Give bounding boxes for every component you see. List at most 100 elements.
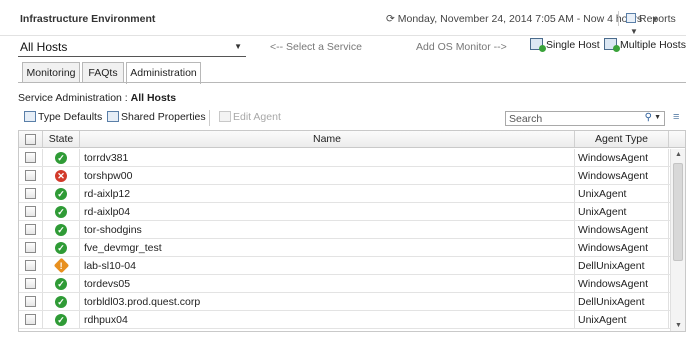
table-row[interactable]: ✕ torshpw00 WindowsAgent	[19, 167, 685, 185]
agent-type-cell: WindowsAgent	[575, 149, 669, 166]
checkbox-cell	[19, 311, 43, 328]
state-cell: ✓	[43, 149, 80, 166]
status-ok-icon: ✓	[55, 278, 67, 290]
tab-underline	[18, 82, 686, 83]
status-warning-icon: !	[53, 257, 70, 274]
multiple-hosts-button[interactable]: Multiple Hosts	[604, 38, 686, 52]
host-name-cell: torrdv381	[80, 149, 575, 166]
host-select-value: All Hosts	[20, 40, 68, 54]
scroll-thumb[interactable]	[673, 163, 683, 261]
state-cell: ✓	[43, 293, 80, 310]
agents-table: State Name Agent Type ✓ torrdv381 WindowsA…	[18, 130, 686, 332]
column-header-name[interactable]: Name	[80, 131, 575, 147]
checkbox-cell	[19, 203, 43, 220]
single-host-button[interactable]: Single Host	[530, 38, 600, 52]
toolbar-divider	[209, 110, 210, 126]
table-row[interactable]: ✓ tor-shodgins WindowsAgent	[19, 221, 685, 239]
agent-type-cell: WindowsAgent	[575, 221, 669, 238]
host-name-cell: lab-sl10-04	[80, 257, 575, 274]
row-checkbox[interactable]	[25, 296, 36, 307]
row-checkbox[interactable]	[25, 278, 36, 289]
checkbox-cell	[19, 167, 43, 184]
row-checkbox[interactable]	[25, 170, 36, 181]
type-defaults-icon	[24, 111, 36, 122]
state-cell: ✓	[43, 275, 80, 292]
host-name-cell: tor-shodgins	[80, 221, 575, 238]
status-ok-icon: ✓	[55, 152, 67, 164]
row-checkbox[interactable]	[25, 206, 36, 217]
checkbox-cell	[19, 221, 43, 238]
column-options-icon[interactable]: ≡	[673, 111, 679, 123]
column-header-agent-type[interactable]: Agent Type	[575, 131, 669, 147]
checkbox-cell	[19, 149, 43, 166]
status-error-icon: ✕	[55, 170, 67, 182]
reports-label: Reports	[639, 13, 676, 25]
select-service-hint: <-- Select a Service	[270, 41, 362, 53]
agent-type-cell: WindowsAgent	[575, 167, 669, 184]
checkbox-cell	[19, 239, 43, 256]
type-defaults-label: Type Defaults	[38, 111, 103, 123]
table-header: State Name Agent Type	[19, 131, 685, 148]
select-all-checkbox[interactable]	[25, 134, 36, 145]
state-cell: ✓	[43, 311, 80, 328]
row-checkbox[interactable]	[25, 152, 36, 163]
add-hosts-icon	[604, 38, 620, 52]
state-cell: ✓	[43, 239, 80, 256]
chevron-down-icon[interactable]: ▼	[654, 114, 661, 121]
service-admin-prefix: Service Administration :	[18, 92, 131, 104]
tab-faqts[interactable]: FAQts	[82, 62, 124, 83]
state-cell: ✓	[43, 185, 80, 202]
host-select[interactable]: All Hosts ▼	[18, 37, 246, 57]
table-row[interactable]: ✓ torrdv381 WindowsAgent	[19, 149, 685, 167]
scroll-down-icon[interactable]: ▼	[675, 322, 682, 329]
edit-agent-label: Edit Agent	[233, 111, 281, 123]
shared-properties-icon	[107, 111, 119, 122]
page-title: Infrastructure Environment	[20, 13, 156, 25]
multiple-hosts-label: Multiple Hosts	[620, 39, 686, 51]
shared-properties-button[interactable]: Shared Properties	[107, 111, 206, 123]
state-cell: ✓	[43, 203, 80, 220]
table-row[interactable]: ✓ tordevs05 WindowsAgent	[19, 275, 685, 293]
refresh-icon: ⟳	[386, 13, 395, 25]
host-name-cell: fve_devmgr_test	[80, 239, 575, 256]
table-row[interactable]: ! lab-sl10-04 DellUnixAgent	[19, 257, 685, 275]
service-admin-host: All Hosts	[130, 92, 177, 104]
reports-button[interactable]: Reports ▼	[626, 13, 686, 37]
table-row[interactable]: ✓ rd-aixlp04 UnixAgent	[19, 203, 685, 221]
column-header-state[interactable]: State	[43, 131, 80, 147]
row-checkbox[interactable]	[25, 314, 36, 325]
service-admin-title: Service Administration : All Hosts	[18, 92, 176, 104]
type-defaults-button[interactable]: Type Defaults	[24, 111, 102, 123]
table-row[interactable]: ✓ rdhpux04 UnixAgent	[19, 311, 685, 329]
checkbox-cell	[19, 275, 43, 292]
search-icon[interactable]: ⚲	[645, 112, 652, 123]
checkbox-cell	[19, 293, 43, 310]
status-ok-icon: ✓	[55, 314, 67, 326]
table-row[interactable]: ✓ fve_devmgr_test WindowsAgent	[19, 239, 685, 257]
host-name-cell: rdhpux04	[80, 311, 575, 328]
table-row[interactable]: ✓ rd-aixlp12 UnixAgent	[19, 185, 685, 203]
checkbox-cell	[19, 185, 43, 202]
tab-administration[interactable]: Administration	[126, 62, 201, 84]
status-ok-icon: ✓	[55, 242, 67, 254]
scroll-up-icon[interactable]: ▲	[675, 151, 682, 158]
table-row[interactable]: ✓ torbldl03.prod.quest.corp DellUnixAgent	[19, 293, 685, 311]
state-cell: ✕	[43, 167, 80, 184]
row-checkbox[interactable]	[25, 260, 36, 271]
agent-type-cell: DellUnixAgent	[575, 293, 669, 310]
tab-monitoring[interactable]: Monitoring	[22, 62, 80, 83]
time-range-label: Monday, November 24, 2014 7:05 AM - Now …	[397, 13, 643, 25]
vertical-scrollbar[interactable]: ▲ ▼	[670, 149, 685, 331]
search-input[interactable]: Search ⚲ ▼	[505, 111, 665, 126]
agent-type-cell: UnixAgent	[575, 203, 669, 220]
top-header: Infrastructure Environment ⟳ Monday, Nov…	[0, 0, 686, 36]
add-host-icon	[530, 38, 546, 52]
edit-agent-button[interactable]: Edit Agent	[219, 111, 281, 123]
host-name-cell: tordevs05	[80, 275, 575, 292]
row-checkbox[interactable]	[25, 242, 36, 253]
agent-type-cell: WindowsAgent	[575, 275, 669, 292]
row-checkbox[interactable]	[25, 188, 36, 199]
select-all-cell	[19, 131, 43, 147]
state-cell: !	[43, 257, 80, 274]
row-checkbox[interactable]	[25, 224, 36, 235]
